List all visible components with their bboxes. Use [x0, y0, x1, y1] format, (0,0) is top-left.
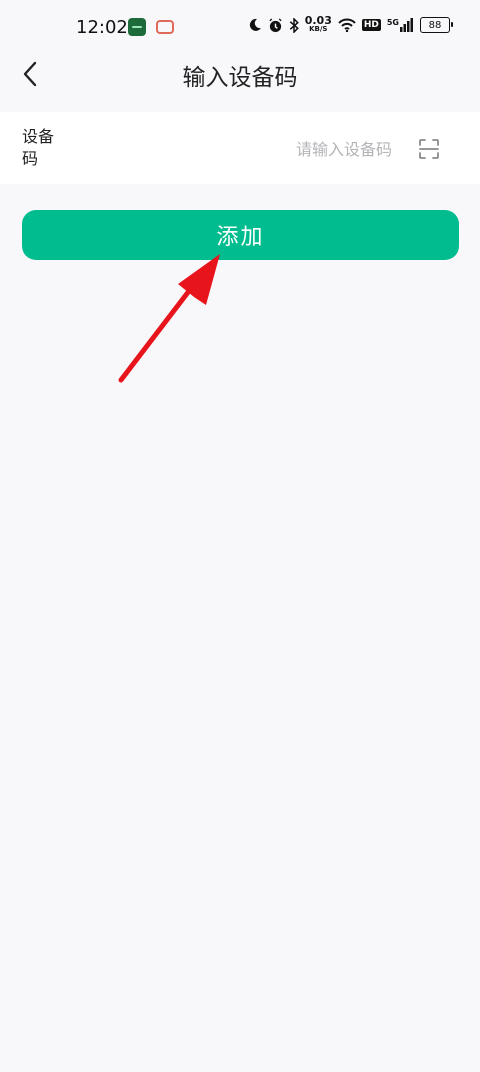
signal-bars-icon [400, 18, 413, 32]
system-icons: 0.03 KB/S HD 5G 88 [248, 14, 453, 34]
notification-icons [128, 18, 174, 36]
app-notification-icon [128, 18, 146, 36]
network-speed-unit: KB/S [309, 25, 328, 33]
scan-icon [419, 139, 439, 159]
battery-level: 88 [428, 19, 442, 31]
game-notification-icon [156, 20, 174, 34]
hd-badge: HD [361, 19, 381, 31]
network-type-label: 5G [386, 18, 399, 27]
moon-icon [249, 18, 261, 31]
wifi-icon [338, 18, 356, 32]
scan-code-button[interactable] [414, 134, 444, 164]
bluetooth-icon [289, 17, 299, 33]
navigation-bar: 输入设备码 [0, 48, 480, 98]
device-code-row: 设备码 [0, 112, 480, 184]
status-time: 12:02 [76, 17, 128, 38]
network-speed: 0.03 KB/S [304, 14, 332, 34]
battery-indicator: 88 [420, 17, 453, 33]
network-speed-value: 0.03 [304, 14, 332, 27]
device-code-input[interactable] [120, 134, 394, 164]
add-button[interactable]: 添加 [22, 210, 459, 260]
page-title: 输入设备码 [182, 65, 298, 91]
alarm-icon [269, 17, 282, 32]
cellular-signal: 5G [387, 18, 414, 32]
device-code-label: 设备码 [22, 127, 55, 168]
